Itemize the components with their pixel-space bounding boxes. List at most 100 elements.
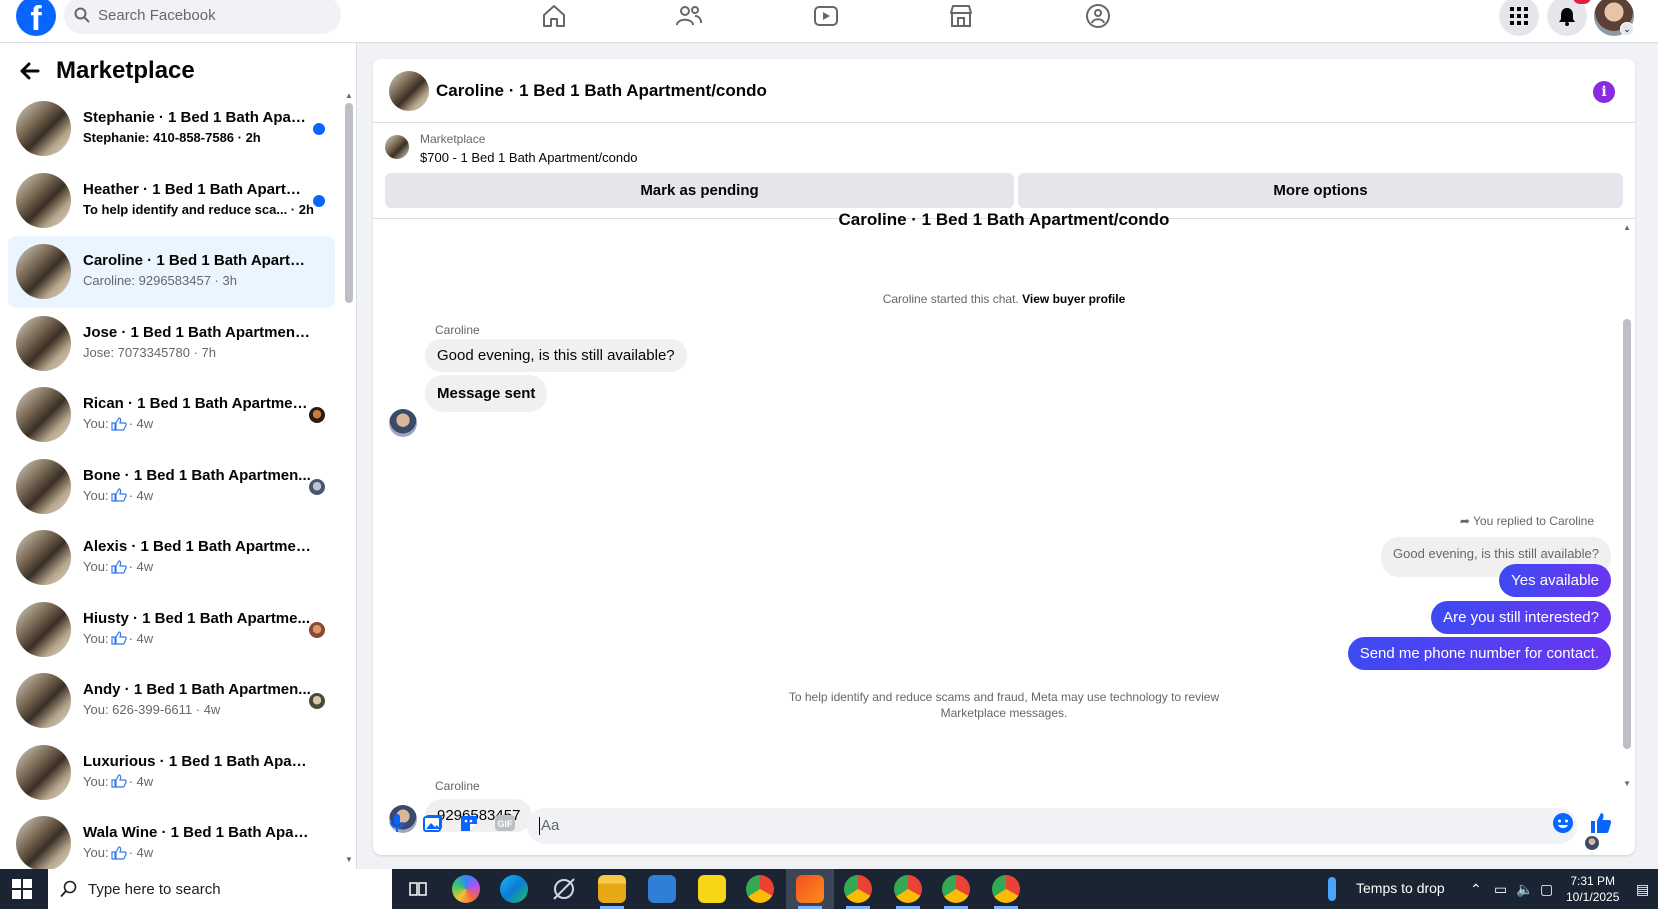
chrome-profile-icon[interactable] <box>894 875 922 903</box>
video-icon[interactable] <box>810 2 842 30</box>
menu-grid-icon[interactable] <box>1499 0 1539 36</box>
taskbar-search-placeholder: Type here to search <box>88 880 221 898</box>
outgoing-message[interactable]: Are you still interested? <box>1431 601 1611 634</box>
view-buyer-profile-link[interactable]: View buyer profile <box>1022 292 1125 306</box>
listing-thumbnail[interactable] <box>385 135 409 159</box>
conversation-item[interactable]: Stephanie · 1 Bed 1 Bath Apart... Stepha… <box>8 93 335 165</box>
conversation-item[interactable]: Hiusty · 1 Bed 1 Bath Apartme... You: · 4… <box>8 594 335 666</box>
conversation-item[interactable]: Bone · 1 Bed 1 Bath Apartmen... You: · 4w <box>8 451 335 523</box>
conversation-item[interactable]: Rican · 1 Bed 1 Bath Apartmen... You: · 4… <box>8 379 335 451</box>
search-icon <box>74 7 90 23</box>
chrome-profile-icon[interactable] <box>942 875 970 903</box>
windows-start-icon[interactable] <box>12 879 32 899</box>
copilot-icon[interactable] <box>452 875 480 903</box>
search-icon <box>60 880 77 898</box>
conversation-item[interactable]: Alexis · 1 Bed 1 Bath Apartment/... You:… <box>8 522 335 594</box>
notification-center-icon[interactable]: ▤ <box>1636 881 1649 898</box>
gif-icon[interactable]: GIF <box>493 811 517 835</box>
message-input-placeholder: Aa <box>541 817 560 834</box>
facebook-logo[interactable]: f <box>16 0 56 36</box>
app-icon[interactable] <box>550 875 578 903</box>
chat-scrollbar[interactable] <box>1623 319 1631 749</box>
listing-thumbnail <box>16 387 71 442</box>
conversation-item-active[interactable]: Caroline · 1 Bed 1 Bath Apartme... Carol… <box>8 236 335 308</box>
microsoft-store-icon[interactable] <box>648 875 676 903</box>
sticky-notes-icon[interactable] <box>698 875 726 903</box>
conversation-item[interactable]: Luxurious · 1 Bed 1 Bath Apartm... You: ·… <box>8 737 335 809</box>
chrome-profile-icon[interactable] <box>844 875 872 903</box>
search-facebook-input[interactable]: Search Facebook <box>64 0 341 34</box>
mark-as-pending-button[interactable]: Mark as pending <box>385 173 1014 208</box>
snippet-suffix: · 4w <box>128 559 154 574</box>
marketplace-icon[interactable] <box>945 2 977 30</box>
edge-browser-icon[interactable] <box>500 875 528 903</box>
conversation-item[interactable]: Heather · 1 Bed 1 Bath Apartm... To help… <box>8 165 335 237</box>
photo-icon[interactable] <box>421 811 445 835</box>
conversation-snippet: You: 626-399-6611 · 4w <box>83 702 221 717</box>
notification-count-badge: 2 <box>1573 0 1591 4</box>
conversation-title: Heather · 1 Bed 1 Bath Apartm... <box>83 180 311 198</box>
listing-thumbnail[interactable] <box>389 71 429 111</box>
conversation-item[interactable]: Wala Wine · 1 Bed 1 Bath Apart... You: · … <box>8 808 335 869</box>
emoji-icon[interactable] <box>1551 811 1575 835</box>
listing-thumbnail <box>16 601 71 657</box>
sidebar-scrollbar[interactable] <box>345 103 353 303</box>
info-icon[interactable]: i <box>1593 81 1615 103</box>
bell-icon[interactable]: 2 <box>1547 0 1591 36</box>
listing-thumbnail <box>16 244 71 299</box>
incoming-message[interactable]: Good evening, is this still available? <box>425 339 687 372</box>
clock[interactable]: 7:31 PM 10/1/2025 <box>1566 873 1619 905</box>
weather-thermometer-icon[interactable] <box>1328 877 1336 901</box>
like-send-icon[interactable] <box>1589 811 1613 835</box>
conversation-item[interactable]: Andy · 1 Bed 1 Bath Apartmen... You: 626… <box>8 665 335 737</box>
sender-avatar[interactable] <box>389 409 417 437</box>
back-arrow-icon[interactable] <box>18 61 40 81</box>
home-icon[interactable] <box>538 2 570 30</box>
snippet-prefix: You: <box>83 487 109 503</box>
chevron-down-icon[interactable]: ⌄ <box>1620 22 1634 36</box>
task-view-icon[interactable] <box>404 875 432 903</box>
snippet-prefix: You: <box>83 559 109 574</box>
chrome-icon[interactable] <box>746 875 774 903</box>
active-app-icon[interactable] <box>796 875 824 903</box>
conversation-item[interactable]: Jose · 1 Bed 1 Bath Apartment/c... Jose:… <box>8 308 335 380</box>
clock-date: 10/1/2025 <box>1566 890 1620 904</box>
chevron-up-icon[interactable]: ⌃ <box>1470 881 1482 898</box>
file-explorer-icon[interactable] <box>598 875 626 903</box>
reply-label: ➦ You replied to Caroline <box>1460 514 1594 528</box>
groups-icon[interactable] <box>1082 2 1114 30</box>
message-thread: Caroline · 1 Bed 1 Bath Apartment/condo … <box>373 210 1635 850</box>
message-input[interactable]: Aa <box>527 808 1577 844</box>
conversation-snippet: Jose: 7073345780 · 7h <box>83 344 216 360</box>
taskbar-search-box[interactable]: Type here to search <box>48 869 392 909</box>
outgoing-message[interactable]: Yes available <box>1499 564 1611 597</box>
reply-label-text: You replied to Caroline <box>1473 514 1594 528</box>
snippet-suffix: · 4w <box>128 630 154 646</box>
conversation-snippet: You: · 4w <box>83 845 153 860</box>
snippet-suffix: · 4w <box>128 487 154 503</box>
outgoing-message[interactable]: Send me phone number for contact. <box>1347 637 1611 670</box>
scroll-up-arrow-icon[interactable]: ▲ <box>345 91 353 100</box>
text-caret <box>539 817 540 836</box>
microphone-icon[interactable] <box>385 811 409 835</box>
listing-thumbnail <box>16 458 71 514</box>
scroll-down-arrow-icon[interactable]: ▼ <box>1623 779 1631 788</box>
conversation-snippet: Caroline: 9296583457 · 3h <box>83 273 237 288</box>
chrome-profile-icon[interactable] <box>992 875 1020 903</box>
meet-now-icon[interactable]: ▭ <box>1494 881 1507 898</box>
network-icon[interactable]: ▢ <box>1540 881 1553 898</box>
more-options-button[interactable]: More options <box>1018 173 1623 208</box>
thumbs-up-icon <box>110 631 127 645</box>
weather-text[interactable]: Temps to drop <box>1356 880 1445 896</box>
chat-started-text: Caroline started this chat. <box>882 292 1019 306</box>
listing-price-title[interactable]: $700 - 1 Bed 1 Bath Apartment/condo <box>420 150 638 165</box>
message-composer: GIF Aa <box>373 799 1635 851</box>
speaker-icon[interactable]: 🔈 <box>1516 881 1533 898</box>
friends-icon[interactable] <box>673 2 705 30</box>
incoming-message[interactable]: Message sent <box>425 375 548 412</box>
chat-title[interactable]: Caroline · 1 Bed 1 Bath Apartment/condo <box>436 81 767 101</box>
scroll-up-arrow-icon[interactable]: ▲ <box>1623 223 1631 232</box>
sticker-icon[interactable] <box>457 811 481 835</box>
conversation-snippet: You: · 4w <box>83 631 153 646</box>
scroll-down-arrow-icon[interactable]: ▼ <box>345 855 353 864</box>
